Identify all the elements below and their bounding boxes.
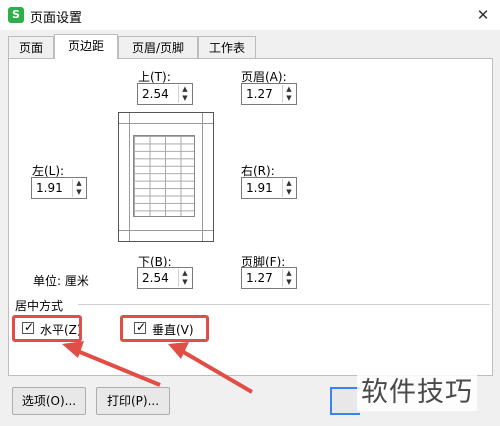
spin-down-icon[interactable]: ▼ <box>282 188 295 197</box>
centering-group-label: 居中方式 <box>15 299 64 313</box>
footer-margin-value[interactable]: 1.27 <box>246 271 273 285</box>
preview-margin-guide <box>119 230 213 231</box>
bottom-margin-spinner[interactable]: 2.54 ▲ ▼ <box>137 267 193 289</box>
highlight-box <box>120 315 209 342</box>
options-button[interactable]: 选项(O)... <box>12 387 86 415</box>
watermark-text: 软件技巧 <box>357 368 477 411</box>
spin-down-icon[interactable]: ▼ <box>282 278 295 287</box>
page-preview <box>118 112 214 242</box>
print-button[interactable]: 打印(P)... <box>96 387 170 415</box>
highlight-box <box>12 315 82 342</box>
spin-down-icon[interactable]: ▼ <box>178 94 191 103</box>
header-margin-spinner[interactable]: 1.27 ▲ ▼ <box>241 83 297 105</box>
spin-up-icon[interactable]: ▲ <box>282 179 295 188</box>
left-margin-value[interactable]: 1.91 <box>36 181 63 195</box>
preview-margin-guide <box>129 113 130 241</box>
spin-up-icon[interactable]: ▲ <box>178 85 191 94</box>
spin-up-icon[interactable]: ▲ <box>178 269 191 278</box>
top-margin-value[interactable]: 2.54 <box>142 87 169 101</box>
tab-sheet[interactable]: 工作表 <box>198 36 256 58</box>
title-bar: S 页面设置 ✕ <box>0 0 500 30</box>
footer-margin-spinner[interactable]: 1.27 ▲ ▼ <box>241 267 297 289</box>
spin-up-icon[interactable]: ▲ <box>72 179 85 188</box>
tab-header-footer[interactable]: 页眉/页脚 <box>118 36 198 58</box>
unit-label: 单位: 厘米 <box>33 274 89 288</box>
tab-page[interactable]: 页面 <box>8 36 54 58</box>
preview-margin-guide <box>202 113 203 241</box>
right-margin-spinner[interactable]: 1.91 ▲ ▼ <box>241 177 297 199</box>
right-margin-value[interactable]: 1.91 <box>246 181 273 195</box>
group-divider <box>78 304 490 305</box>
ok-button[interactable] <box>330 387 360 415</box>
header-margin-value[interactable]: 1.27 <box>246 87 273 101</box>
spin-down-icon[interactable]: ▼ <box>72 188 85 197</box>
left-margin-spinner[interactable]: 1.91 ▲ ▼ <box>31 177 87 199</box>
preview-table-grid <box>133 135 195 217</box>
bottom-margin-value[interactable]: 2.54 <box>142 271 169 285</box>
page-setup-dialog: S 页面设置 ✕ 页面 页边距 页眉/页脚 工作表 上(T): 2.54 ▲ ▼… <box>0 0 500 426</box>
preview-margin-guide <box>119 123 213 124</box>
close-icon[interactable]: ✕ <box>466 0 500 30</box>
spin-down-icon[interactable]: ▼ <box>282 94 295 103</box>
spin-down-icon[interactable]: ▼ <box>178 278 191 287</box>
tab-margins[interactable]: 页边距 <box>54 34 118 59</box>
wps-app-icon: S <box>8 7 24 23</box>
spin-up-icon[interactable]: ▲ <box>282 269 295 278</box>
spin-up-icon[interactable]: ▲ <box>282 85 295 94</box>
top-margin-spinner[interactable]: 2.54 ▲ ▼ <box>137 83 193 105</box>
window-title: 页面设置 <box>30 11 83 26</box>
